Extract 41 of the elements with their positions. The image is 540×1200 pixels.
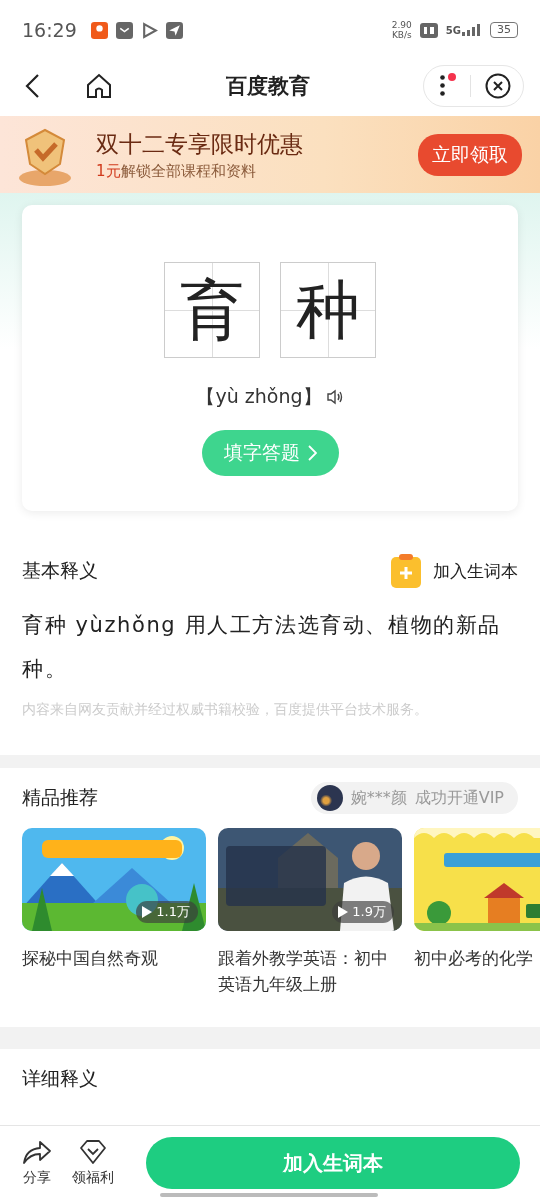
more-icon — [440, 75, 445, 96]
clipboard-plus-icon — [391, 554, 421, 588]
signal-icon — [462, 24, 482, 36]
back-button[interactable] — [24, 73, 40, 99]
course-card[interactable]: 1.1万 探秘中国自然奇观 — [22, 828, 206, 997]
share-icon — [22, 1139, 52, 1165]
section-title: 精品推荐 — [22, 785, 98, 810]
home-button[interactable] — [86, 73, 112, 99]
diamond-icon — [79, 1139, 107, 1165]
send-icon — [165, 21, 183, 39]
character-grid: 育 — [164, 262, 260, 358]
section-title: 详细释义 — [22, 1066, 98, 1091]
promo-banner[interactable]: 双十二专享限时优惠 1元解锁全部课程和资料 立即领取 — [0, 116, 540, 193]
vip-notice: 婉***颜 成功开通VIP — [310, 782, 518, 814]
network-type: 5G — [445, 25, 461, 36]
play-icon — [140, 21, 158, 39]
pinyin: 【yù zhǒng】 — [196, 384, 322, 409]
mail-icon — [115, 21, 133, 39]
battery-level: 35 — [490, 22, 518, 38]
play-icon — [142, 906, 153, 918]
network-speed: 2.90 KB/s — [391, 20, 412, 40]
page-title: 百度教育 — [224, 73, 311, 100]
course-card[interactable]: 1.9万 跟着外教学英语：初中英语九年级上册 — [218, 828, 402, 997]
add-vocabulary-link[interactable]: 加入生词本 — [391, 554, 518, 588]
speaker-icon[interactable] — [325, 389, 344, 405]
definition-text: 育种 yùzhǒng 用人工方法选育动、植物的新品种。 — [22, 612, 502, 683]
claim-button[interactable]: 立即领取 — [418, 133, 522, 176]
play-count: 1.1万 — [136, 901, 198, 923]
app-notification-icon — [90, 21, 108, 39]
play-count: 1.9万 — [332, 901, 394, 923]
character-grid: 种 — [280, 262, 376, 358]
course-card[interactable]: 初中必考的化学 — [414, 828, 540, 997]
promo-title: 双十二专享限时优惠 — [96, 129, 304, 159]
close-button[interactable] — [485, 73, 511, 99]
chevron-icon — [307, 445, 317, 461]
benefits-button[interactable]: 领福利 — [72, 1139, 114, 1187]
share-button[interactable]: 分享 — [22, 1139, 52, 1187]
promo-subtitle: 1元解锁全部课程和资料 — [96, 161, 257, 181]
avatar — [316, 785, 343, 811]
section-title: 基本释义 — [22, 558, 98, 583]
status-time: 16:29 — [22, 19, 77, 41]
